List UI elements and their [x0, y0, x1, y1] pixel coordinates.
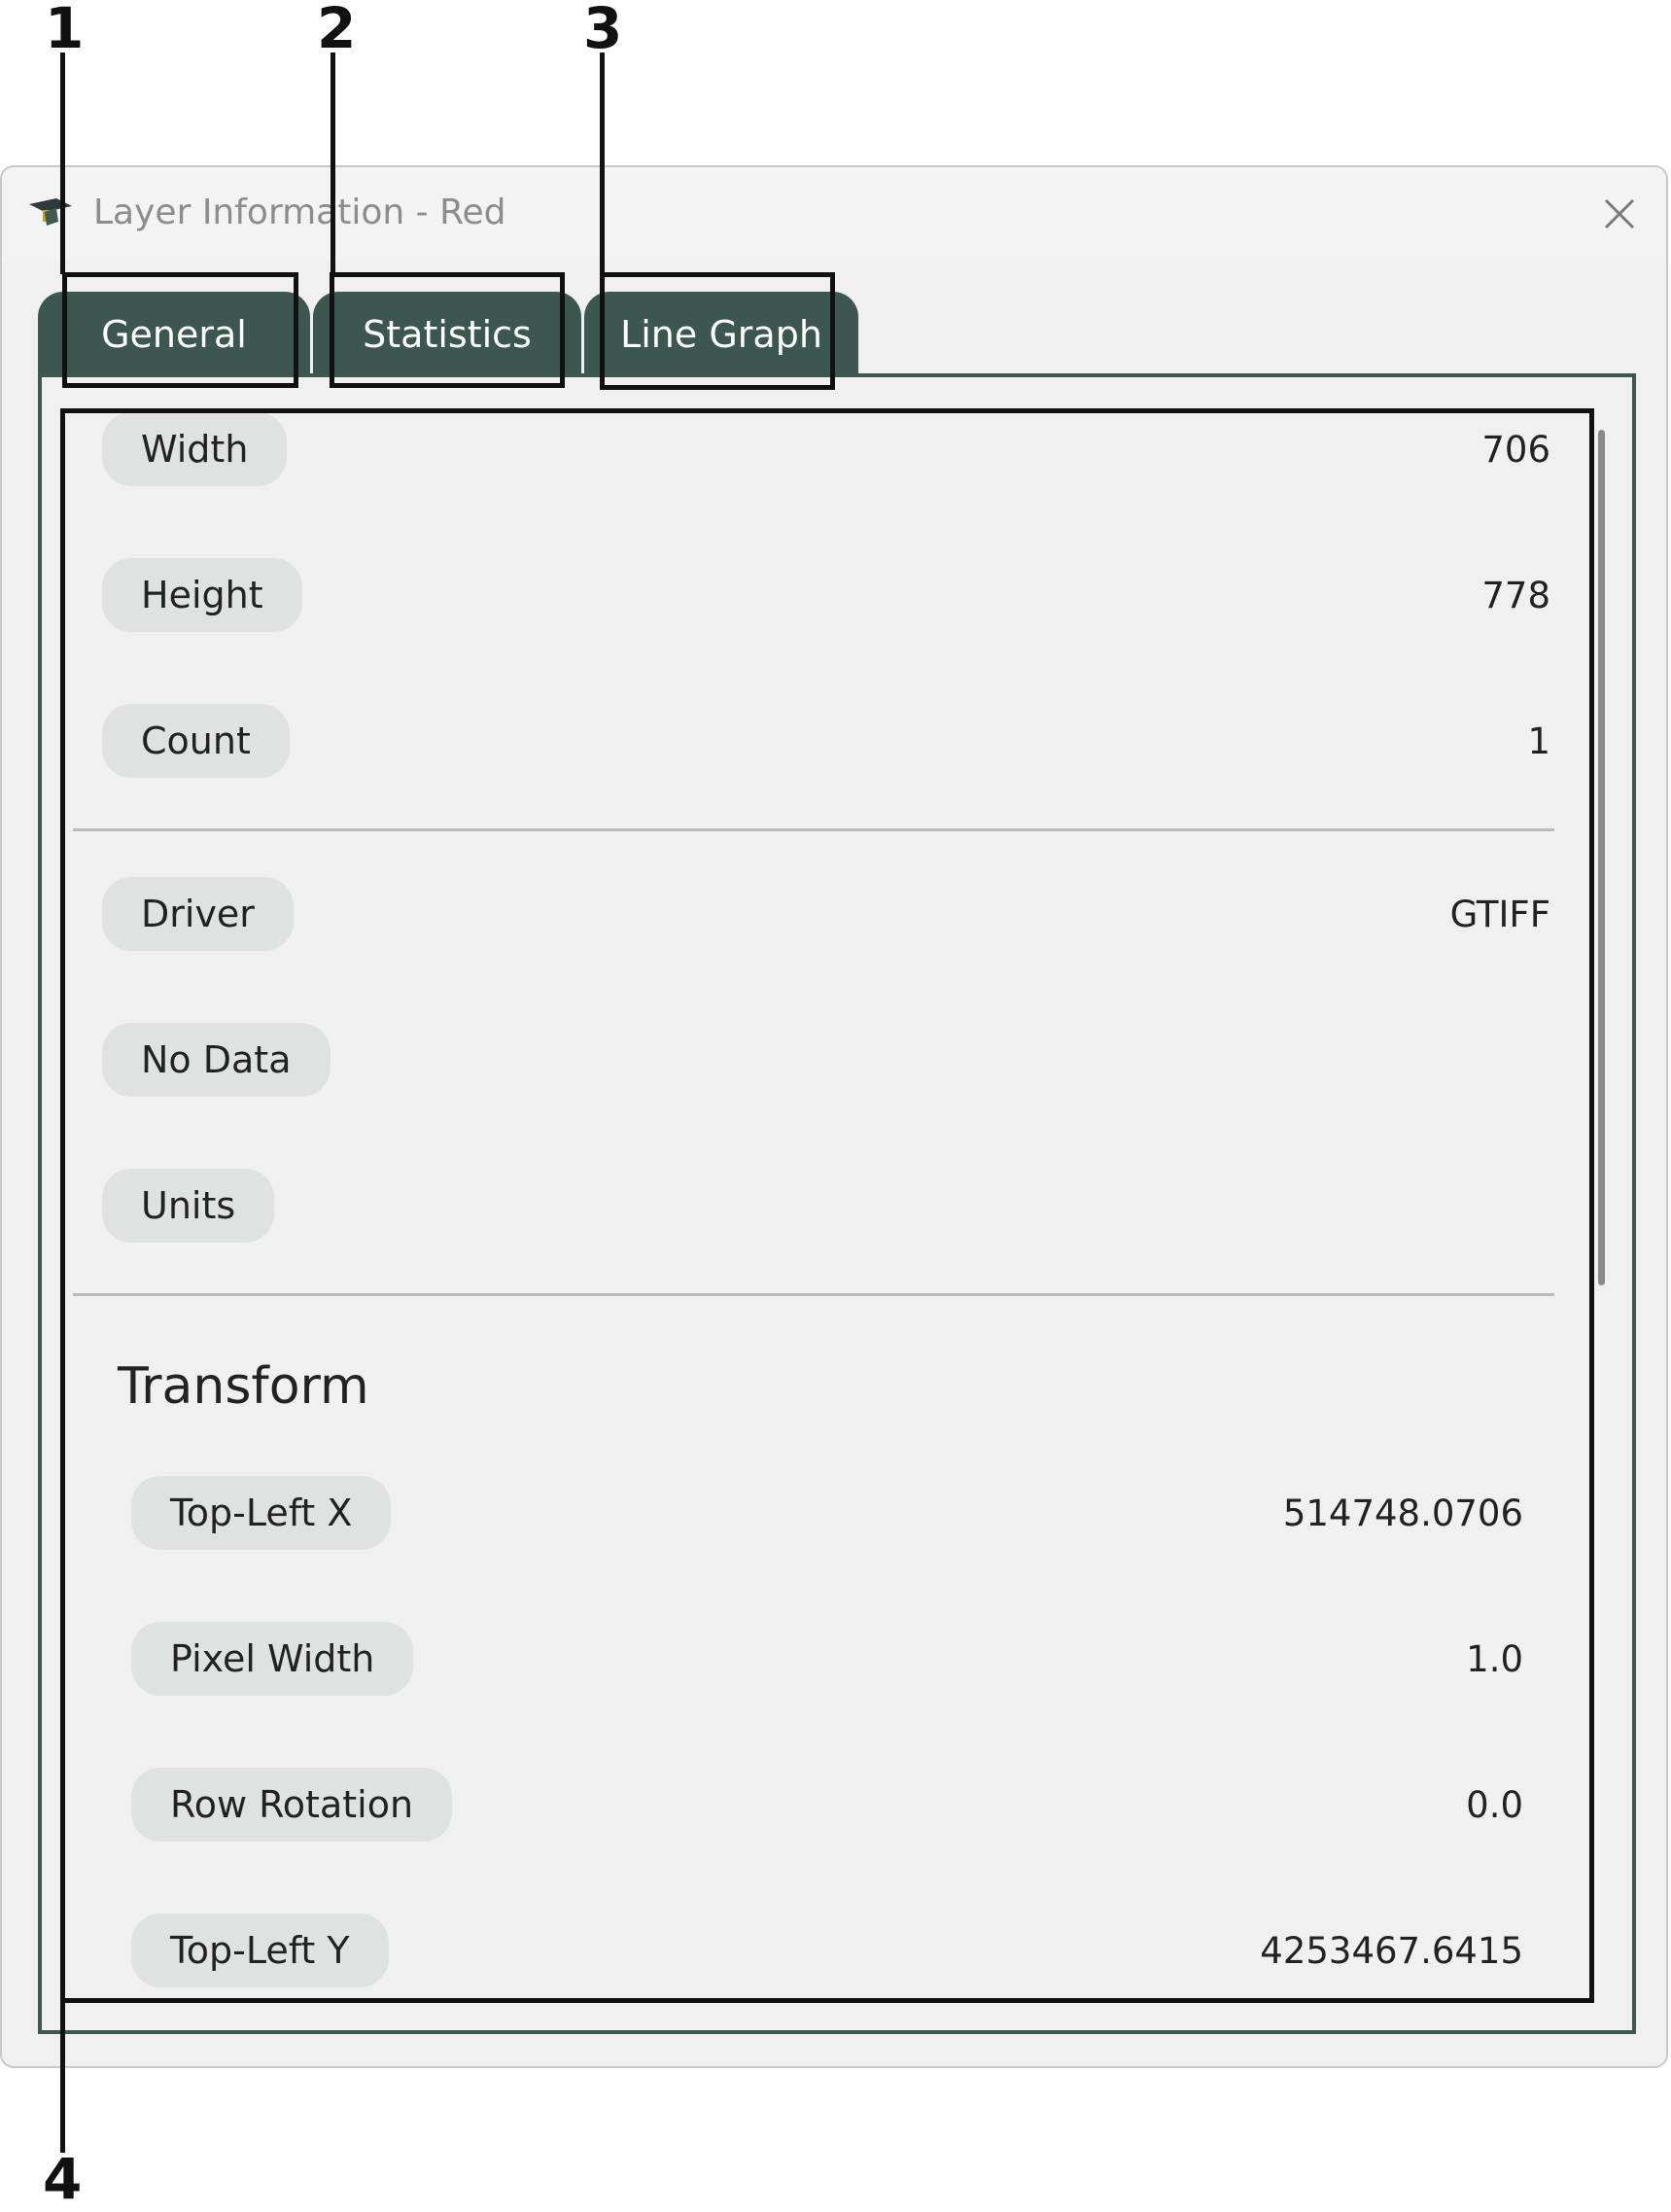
callout-3: 3 — [583, 0, 623, 61]
callout-4: 4 — [43, 2146, 83, 2212]
leader-line-4 — [60, 2001, 65, 2153]
leader-line-3 — [600, 53, 605, 274]
callout-2: 2 — [317, 0, 357, 61]
close-icon[interactable] — [1594, 189, 1645, 239]
highlight-box-general-tab — [62, 272, 298, 388]
highlight-box-general-panel — [60, 408, 1594, 2003]
leader-line-1 — [60, 53, 65, 274]
highlight-box-statistics-tab — [330, 272, 565, 388]
callout-1: 1 — [45, 0, 85, 61]
title-bar: Layer Information - Red — [2, 167, 1666, 260]
leader-line-2 — [331, 53, 335, 274]
window-title: Layer Information - Red — [93, 193, 506, 232]
vertical-scrollbar[interactable] — [1598, 430, 1605, 1285]
highlight-box-line-graph-tab — [600, 272, 835, 390]
app-icon — [29, 198, 72, 226]
